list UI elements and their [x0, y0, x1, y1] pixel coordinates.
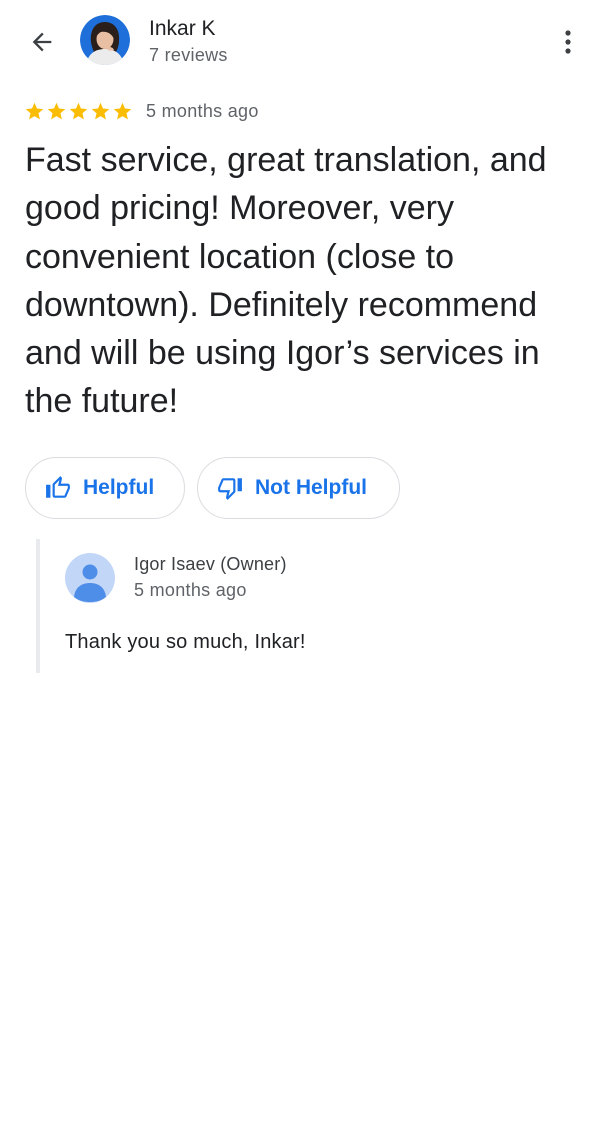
not-helpful-button[interactable]: Not Helpful — [197, 457, 400, 519]
reply-divider — [36, 539, 40, 673]
review-text: Fast service, great translation, and goo… — [25, 141, 547, 421]
thumb-up-icon — [46, 476, 70, 498]
star-icon — [91, 102, 110, 119]
feedback-row: Helpful Not Helpful — [25, 457, 400, 519]
owner-reply-date: 5 months ago — [134, 580, 247, 600]
arrow-back-icon — [32, 32, 52, 52]
owner-reply: Igor Isaev (Owner) 5 months ago Thank yo… — [36, 539, 576, 673]
review-header: Inkar K 7 reviews — [0, 0, 600, 82]
star-icon — [69, 102, 88, 119]
helpful-label: Helpful — [83, 476, 155, 499]
star-rating — [24, 101, 133, 122]
thumb-down-icon — [218, 478, 242, 500]
helpful-button[interactable]: Helpful — [25, 457, 185, 519]
star-icon — [113, 102, 132, 119]
reviewer-review-count: 7 reviews — [149, 45, 228, 65]
back-button[interactable] — [22, 22, 62, 62]
owner-reply-text: Thank you so much, Inkar! — [65, 631, 306, 653]
reviewer-avatar[interactable] — [80, 15, 130, 65]
owner-name: Igor Isaev (Owner) — [134, 554, 287, 574]
more-vert-icon — [565, 30, 571, 54]
review-date: 5 months ago — [146, 100, 259, 121]
rating-row: 5 months ago — [24, 98, 259, 124]
not-helpful-label: Not Helpful — [255, 476, 367, 499]
owner-avatar — [65, 553, 115, 603]
more-options-button[interactable] — [552, 22, 584, 62]
star-icon — [25, 102, 44, 119]
person-icon — [74, 564, 106, 602]
reviewer-name[interactable]: Inkar K — [149, 17, 216, 41]
star-icon — [47, 102, 66, 119]
